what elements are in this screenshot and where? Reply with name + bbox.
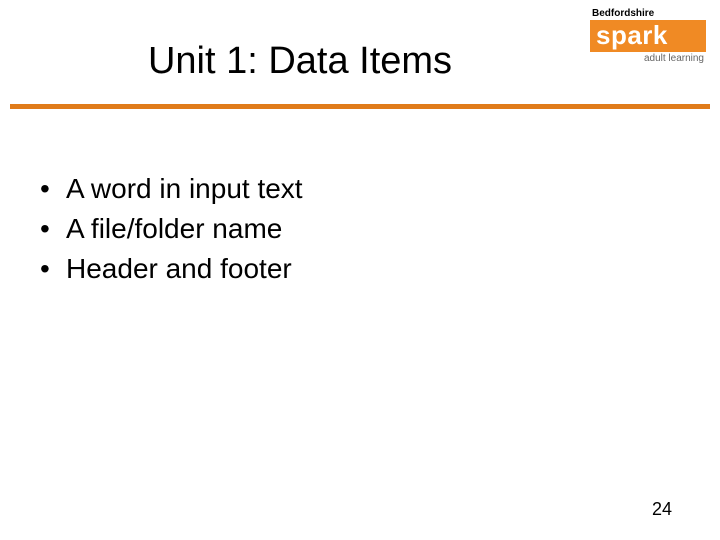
list-item: A word in input text (40, 170, 303, 208)
slide-title: Unit 1: Data Items (0, 40, 720, 83)
slide: Bedfordshire spark adult learning Unit 1… (0, 0, 720, 540)
list-item: Header and footer (40, 250, 303, 288)
logo-top-text: Bedfordshire (590, 8, 706, 19)
title-underline (10, 104, 710, 109)
bullet-list: A word in input text A file/folder name … (40, 170, 303, 289)
page-number: 24 (652, 499, 672, 520)
list-item: A file/folder name (40, 210, 303, 248)
